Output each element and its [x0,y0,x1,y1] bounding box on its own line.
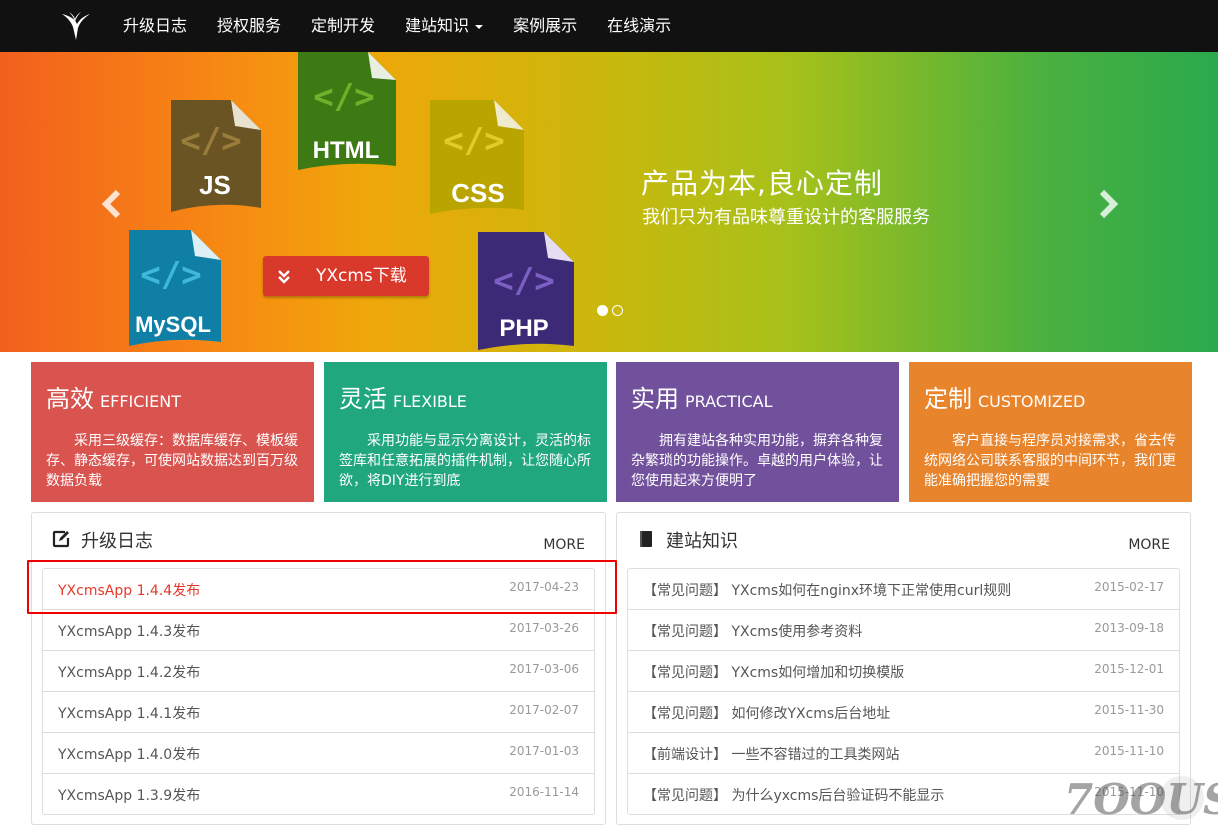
file-label: CSS [451,178,504,208]
changelog-panel: 升级日志 MORE YXcmsApp 1.4.4发布 2017-04-23 YXc… [31,512,606,825]
top-navbar: 升级日志 授权服务 定制开发 建站知识 案例展示 在线演示 [0,0,1218,52]
item-date: 2016-11-14 [509,785,579,799]
nav-item-demo[interactable]: 在线演示 [592,0,686,52]
carousel-dot[interactable] [612,305,623,316]
svg-text:</>: </> [180,121,241,161]
item-date: 2013-09-18 [1094,621,1164,635]
item-date: 2017-02-07 [509,703,579,717]
file-label: PHP [499,315,548,342]
feature-title-en: EFFICIENT [100,392,181,411]
feature-desc: 采用三级缓存：数据库缓存、模板缓存、静态缓存，可使网站数据达到百万级数据负载 [46,433,298,489]
item-title[interactable]: YXcmsApp 1.4.2发布 [58,662,200,682]
feature-title-en: FLEXIBLE [393,392,467,411]
carousel-indicators [597,305,623,316]
feature-title-en: CUSTOMIZED [978,392,1086,411]
svg-text:</>: </> [140,255,201,295]
list-item[interactable]: 【常见问题】 YXcms使用参考资料 2013-09-18 [628,609,1179,650]
item-date: 2015-11-10 [1094,744,1164,758]
hero-carousel: </> JS </> HTML </> CSS </> MySQL </> PH… [0,52,1218,352]
feature-title: 灵活 [339,385,387,413]
feature-desc: 拥有建站各种实用功能，摒弃各种复杂繁琐的功能操作。卓越的用户体验，让您使用起来方… [631,433,883,489]
item-date: 2015-11-30 [1094,703,1164,717]
item-date: 2017-03-06 [509,662,579,676]
hero-headline: 产品为本,良心定制 [641,167,883,200]
nav-item-cases[interactable]: 案例展示 [498,0,592,52]
item-date: 2017-03-26 [509,621,579,635]
edit-icon [52,530,70,548]
feature-tile-practical: 实用 PRACTICAL 拥有建站各种实用功能，摒弃各种复杂繁琐的功能操作。卓越的… [616,362,899,502]
panel-title: 升级日志 [81,531,153,552]
list-item[interactable]: 【常见问题】 YXcms如何增加和切换模版 2015-12-01 [628,650,1179,691]
chevron-down-icon [475,24,484,29]
list-item[interactable]: 【常见问题】 如何修改YXcms后台地址 2015-11-30 [628,691,1179,732]
css-file-icon: </> CSS [430,100,524,214]
list-item[interactable]: YXcmsApp 1.4.2发布 2017-03-06 [43,650,594,691]
nav-item-knowledge[interactable]: 建站知识 [390,0,498,52]
item-date: 2015-12-01 [1094,662,1164,676]
file-label: JS [199,170,231,200]
item-title[interactable]: 【常见问题】 如何修改YXcms后台地址 [643,703,890,723]
feature-title: 定制 [924,385,972,413]
feature-tile-customized: 定制 CUSTOMIZED 客户直接与程序员对接需求，省去传统网络公司联系客服的中… [909,362,1192,502]
list-item[interactable]: YXcmsApp 1.4.1发布 2017-02-07 [43,691,594,732]
file-label: HTML [313,137,380,164]
feature-title-en: PRACTICAL [685,392,773,411]
svg-text:7OOUS: 7OOUS [1064,775,1218,824]
php-file-icon: </> PHP [478,232,574,350]
item-title[interactable]: 【常见问题】 为什么yxcms后台验证码不能显示 [643,785,944,805]
feature-title: 实用 [631,385,679,413]
item-title[interactable]: 【常见问题】 YXcms使用参考资料 [643,621,862,641]
carousel-prev-icon[interactable] [100,188,124,220]
nav-item-license[interactable]: 授权服务 [202,0,296,52]
item-title[interactable]: YXcmsApp 1.4.1发布 [58,703,200,723]
item-title[interactable]: YXcmsApp 1.4.3发布 [58,621,200,641]
item-title[interactable]: 【常见问题】 YXcms如何增加和切换模版 [643,662,904,682]
download-icon [278,270,290,284]
carousel-next-icon[interactable] [1096,188,1120,220]
carousel-dot[interactable] [597,305,608,316]
html-file-icon: </> HTML [298,52,396,170]
feature-desc: 客户直接与程序员对接需求，省去传统网络公司联系客服的中间环节，我们更能准确把握您… [924,433,1176,489]
list-item[interactable]: 【前端设计】 一些不容错过的工具类网站 2015-11-10 [628,732,1179,773]
file-label: MySQL [135,312,211,337]
item-date: 2017-01-03 [509,744,579,758]
feature-tile-flexible: 灵活 FLEXIBLE 采用功能与显示分离设计，灵活的标签库和任意拓展的插件机制，… [324,362,607,502]
panel-title: 建站知识 [666,531,738,552]
item-date: 2015-02-17 [1094,580,1164,594]
item-title[interactable]: YXcmsApp 1.3.9发布 [58,785,200,805]
svg-text:</>: </> [493,261,554,301]
site-logo[interactable] [60,10,92,42]
feature-tile-efficient: 高效 EFFICIENT 采用三级缓存：数据库缓存、模板缓存、静态缓存，可使网站数… [31,362,314,502]
hero-subline: 我们只为有品味尊重设计的客服服务 [642,207,930,228]
watermark-logo: 7OOUS [1064,775,1218,824]
list-item[interactable]: YXcmsApp 1.4.3发布 2017-03-26 [43,609,594,650]
list-item[interactable]: YXcmsApp 1.4.0发布 2017-01-03 [43,732,594,773]
item-title[interactable]: YXcmsApp 1.4.0发布 [58,744,200,764]
feature-desc: 采用功能与显示分离设计，灵活的标签库和任意拓展的插件机制，让您随心所欲，将DIY… [339,433,591,489]
mysql-file-icon: </> MySQL [129,230,221,346]
download-button[interactable]: YXcms下载 [263,256,429,296]
nav-item-custom-dev[interactable]: 定制开发 [296,0,390,52]
more-link[interactable]: MORE [543,537,585,553]
more-link[interactable]: MORE [1128,537,1170,553]
svg-text:</>: </> [313,77,374,117]
list-item[interactable]: 【常见问题】 YXcms如何在nginx环境下正常使用curl规则 2015-02… [628,569,1179,609]
js-file-icon: </> JS [171,100,261,212]
item-title[interactable]: 【常见问题】 YXcms如何在nginx环境下正常使用curl规则 [643,580,1011,600]
svg-text:</>: </> [443,121,504,161]
nav-item-changelog[interactable]: 升级日志 [108,0,202,52]
item-title[interactable]: 【前端设计】 一些不容错过的工具类网站 [643,744,899,764]
book-icon [640,531,652,547]
list-item[interactable]: YXcmsApp 1.3.9发布 2016-11-14 [43,773,594,814]
highlight-annotation [27,560,617,614]
feature-title: 高效 [46,385,94,413]
